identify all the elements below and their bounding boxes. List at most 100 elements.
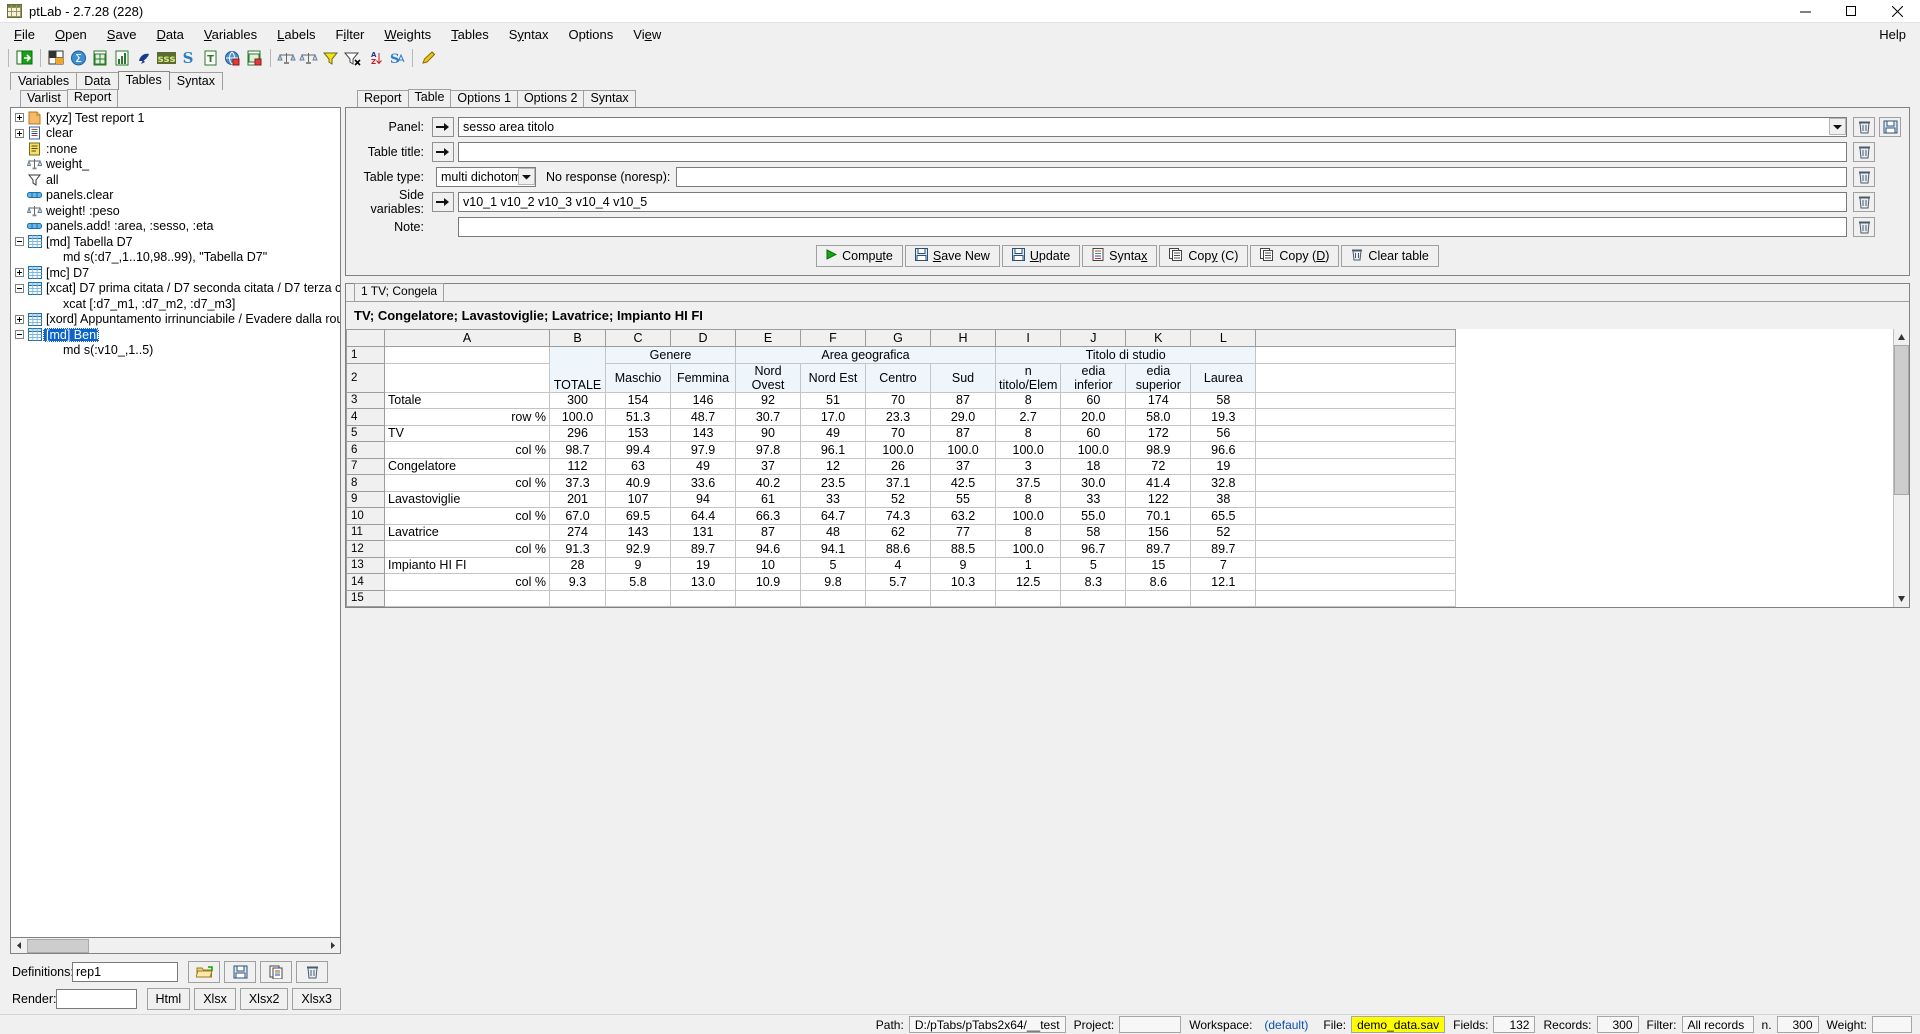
data-cell[interactable]: 100.0 — [549, 408, 606, 426]
collapse-minus-icon[interactable] — [13, 282, 26, 295]
data-cell[interactable]: 94.1 — [800, 540, 866, 558]
row-stat-label[interactable]: col % — [384, 540, 550, 558]
row-end-filler[interactable] — [1255, 540, 1457, 558]
side-variables-input[interactable]: v10_1 v10_2 v10_3 v10_4 v10_5 — [458, 192, 1847, 212]
maximize-icon[interactable] — [1828, 0, 1874, 22]
data-cell[interactable]: 89.7 — [1125, 540, 1192, 558]
pencil-icon[interactable] — [418, 48, 439, 69]
data-cell[interactable]: 107 — [605, 490, 671, 508]
filter-clear-icon[interactable] — [342, 48, 363, 69]
tree-item[interactable]: panels.clear — [11, 188, 340, 204]
data-cell[interactable]: 7 — [1190, 556, 1257, 574]
data-cell[interactable]: 9.3 — [549, 573, 606, 591]
data-cell[interactable]: 94 — [670, 490, 736, 508]
row-end-filler[interactable] — [1255, 490, 1457, 508]
tree-item[interactable]: :none — [11, 141, 340, 157]
data-cell[interactable]: 154 — [605, 391, 671, 409]
tree-item[interactable]: all — [11, 172, 340, 188]
empty-cell[interactable] — [1060, 589, 1127, 607]
row-stat-label[interactable]: row % — [384, 408, 550, 426]
data-cell[interactable]: 8 — [994, 391, 1062, 409]
data-cell[interactable]: 51 — [800, 391, 866, 409]
folder-open-icon[interactable] — [188, 961, 220, 983]
row-label[interactable]: Impianto HI FI — [384, 556, 550, 574]
data-cell[interactable]: 40.2 — [735, 474, 801, 492]
menu-view[interactable]: View — [623, 25, 671, 44]
group-header-titolo-di-studio[interactable]: Titolo di studio — [994, 346, 1257, 364]
row-header-11[interactable]: 11 — [346, 523, 385, 541]
data-cell[interactable]: 153 — [605, 424, 671, 442]
column-header-a[interactable]: A — [384, 329, 550, 347]
table-row[interactable]: 12 col % 91.3 92.9 89.7 94.6 94.1 88.6 88.5 100.0… — [346, 540, 1457, 558]
data-cell[interactable]: 146 — [670, 391, 736, 409]
data-cell[interactable]: 5.8 — [605, 573, 671, 591]
weights-alt-icon[interactable] — [298, 48, 319, 69]
data-cell[interactable]: 2.7 — [994, 408, 1062, 426]
data-cell[interactable]: 58 — [1060, 523, 1127, 541]
table-row[interactable]: 10 col % 67.0 69.5 64.4 66.3 64.7 74.3 63.2 100.0… — [346, 507, 1457, 525]
export-db-icon[interactable] — [244, 48, 265, 69]
table-row[interactable]: 15 — [346, 589, 1457, 607]
data-cell[interactable]: 100.0 — [930, 441, 996, 459]
sub-header-4[interactable]: Nord Est — [800, 362, 866, 393]
note-input[interactable] — [458, 217, 1847, 237]
tab-syntax[interactable]: Syntax — [168, 72, 223, 90]
data-cell[interactable]: 98.9 — [1125, 441, 1192, 459]
data-cell[interactable]: 48.7 — [670, 408, 736, 426]
data-cell[interactable]: 30.0 — [1060, 474, 1127, 492]
column-header-g[interactable]: G — [865, 329, 931, 347]
data-cell[interactable]: 100.0 — [1060, 441, 1127, 459]
row-header-5[interactable]: 5 — [346, 424, 385, 442]
empty-cell[interactable] — [865, 589, 931, 607]
data-cell[interactable]: 112 — [549, 457, 606, 475]
data-cell[interactable]: 18 — [1060, 457, 1127, 475]
sub-header-9[interactable]: edia superior — [1125, 362, 1192, 393]
data-cell[interactable]: 70 — [865, 424, 931, 442]
tab-syntax-right[interactable]: Syntax — [583, 90, 636, 107]
data-cell[interactable]: 60 — [1060, 391, 1127, 409]
data-cell[interactable]: 70 — [865, 391, 931, 409]
spss-s-icon[interactable]: S — [178, 48, 199, 69]
data-cell[interactable]: 96.1 — [800, 441, 866, 459]
table-title-clear-trash-icon[interactable] — [1853, 142, 1875, 162]
data-cell[interactable]: 300 — [549, 391, 606, 409]
render-xlsx2-button[interactable]: Xlsx2 — [239, 988, 289, 1010]
table-row[interactable]: 5 TV 296 153 143 90 49 70 87 8 60 172 56 — [346, 424, 1457, 442]
data-cell[interactable]: 143 — [670, 424, 736, 442]
scroll-track[interactable] — [27, 938, 324, 953]
row-header-9[interactable]: 9 — [346, 490, 385, 508]
row-end-filler[interactable] — [1255, 424, 1457, 442]
copy-page-icon[interactable] — [260, 961, 292, 983]
tab-data[interactable]: Data — [76, 72, 119, 90]
row-header-7[interactable]: 7 — [346, 457, 385, 475]
compute-button[interactable]: Compute — [816, 245, 903, 267]
data-cell[interactable]: 87 — [735, 523, 801, 541]
data-cell[interactable]: 100.0 — [994, 441, 1062, 459]
data-cell[interactable]: 201 — [549, 490, 606, 508]
menu-options[interactable]: Options — [558, 25, 623, 44]
data-cell[interactable]: 65.5 — [1190, 507, 1257, 525]
data-cell[interactable]: 4 — [865, 556, 931, 574]
data-cell[interactable]: 64.4 — [670, 507, 736, 525]
data-cell[interactable]: 37 — [735, 457, 801, 475]
sub-header-5[interactable]: Centro — [865, 362, 931, 393]
tablegrid-icon[interactable] — [46, 48, 67, 69]
data-cell[interactable]: 15 — [1125, 556, 1192, 574]
data-cell[interactable]: 55.0 — [1060, 507, 1127, 525]
copy-d-button[interactable]: Copy (D) — [1250, 245, 1340, 267]
row-header-13[interactable]: 13 — [346, 556, 385, 574]
row-end-filler[interactable] — [1255, 474, 1457, 492]
weights-icon[interactable] — [276, 48, 297, 69]
data-cell[interactable]: 52 — [865, 490, 931, 508]
data-cell[interactable]: 37 — [930, 457, 996, 475]
data-cell[interactable]: 20.0 — [1060, 408, 1127, 426]
noresp-input[interactable] — [676, 167, 1847, 187]
arrow-right-icon[interactable] — [432, 117, 454, 137]
table-vertical-scrollbar[interactable] — [1893, 329, 1909, 607]
sss-icon[interactable]: sss — [156, 48, 177, 69]
column-header-l[interactable]: L — [1190, 329, 1257, 347]
data-cell[interactable]: 91.3 — [549, 540, 606, 558]
sort-az-icon[interactable]: AZ — [364, 48, 385, 69]
menu-labels[interactable]: Labels — [267, 25, 325, 44]
data-cell[interactable]: 87 — [930, 391, 996, 409]
